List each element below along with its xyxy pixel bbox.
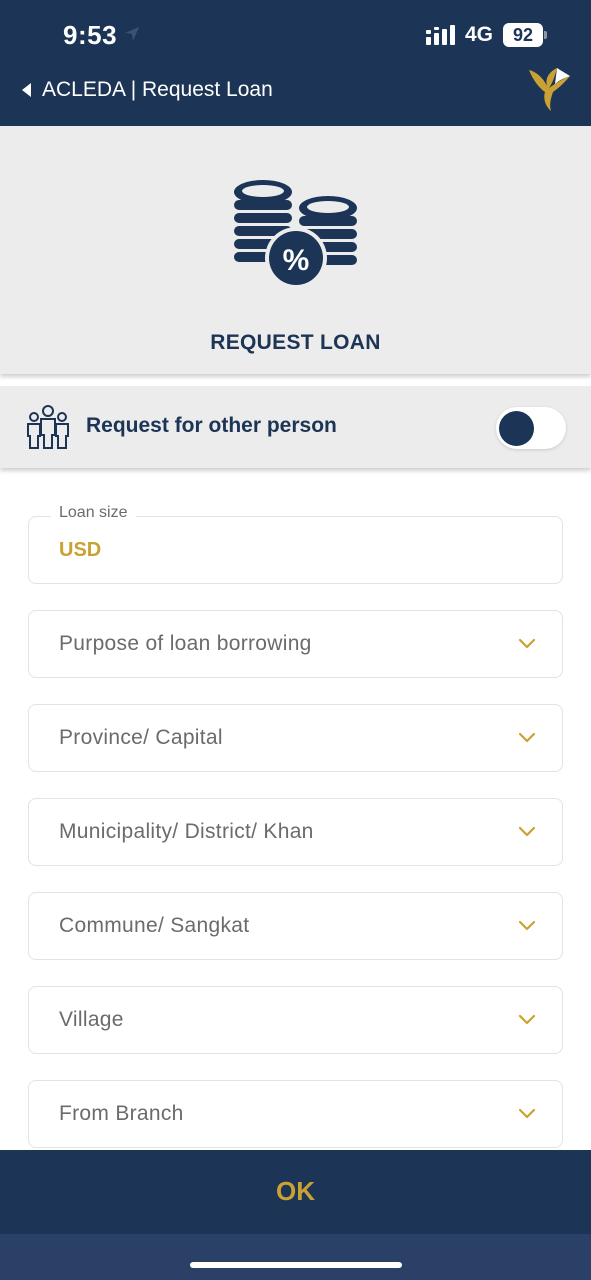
district-dropdown[interactable]: Municipality/ District/ Khan [28,798,563,866]
branch-dropdown[interactable]: From Branch [28,1080,563,1148]
location-arrow-icon [125,27,139,41]
bottom-strip [0,1234,591,1280]
loan-size-label: Loan size [51,504,136,522]
loan-size-input[interactable]: USD [59,539,529,562]
commune-placeholder: Commune/ Sangkat [59,914,250,937]
village-dropdown[interactable]: Village [28,986,563,1054]
branch-placeholder: From Branch [59,1102,184,1125]
purpose-dropdown[interactable]: Purpose of loan borrowing [28,610,563,678]
other-person-label: Request for other person [86,414,337,437]
ok-button[interactable]: OK [0,1150,591,1234]
battery-tip [544,31,547,39]
purpose-placeholder: Purpose of loan borrowing [59,632,312,655]
district-placeholder: Municipality/ District/ Khan [59,820,314,843]
page-title: REQUEST LOAN [210,331,381,354]
commune-dropdown[interactable]: Commune/ Sangkat [28,892,563,960]
network-type: 4G [465,23,494,46]
signal-icon [426,25,455,45]
chevron-down-icon [518,638,536,649]
coins-percent-icon: % [234,180,357,289]
chevron-down-icon [518,1014,536,1025]
village-placeholder: Village [59,1008,124,1031]
ok-button-label: OK [276,1176,315,1206]
people-group-icon [27,405,69,449]
back-arrow-icon [22,83,31,97]
home-indicator[interactable] [190,1262,402,1268]
svg-text:%: % [283,244,310,277]
battery-icon: 92 [503,23,543,47]
other-person-row: Request for other person [0,386,591,468]
other-person-toggle[interactable] [496,407,566,449]
loan-size-field[interactable]: Loan size USD [28,504,563,584]
back-button[interactable]: ACLEDA | Request Loan [22,76,273,104]
chevron-down-icon [518,1108,536,1119]
battery-level: 92 [512,25,534,45]
province-dropdown[interactable]: Province/ Capital [28,704,563,772]
status-time: 9:53 [63,20,118,50]
top-bar: 9:53 4G 92 ACLEDA | Request Loan [0,0,591,126]
chevron-down-icon [518,826,536,837]
chevron-down-icon [518,920,536,931]
province-placeholder: Province/ Capital [59,726,223,749]
nav-title: ACLEDA | Request Loan [42,78,273,101]
chevron-down-icon [518,732,536,743]
acleda-bird-logo-icon [529,68,570,111]
toggle-knob [499,411,534,446]
hero-panel: % REQUEST LOAN [0,126,591,374]
